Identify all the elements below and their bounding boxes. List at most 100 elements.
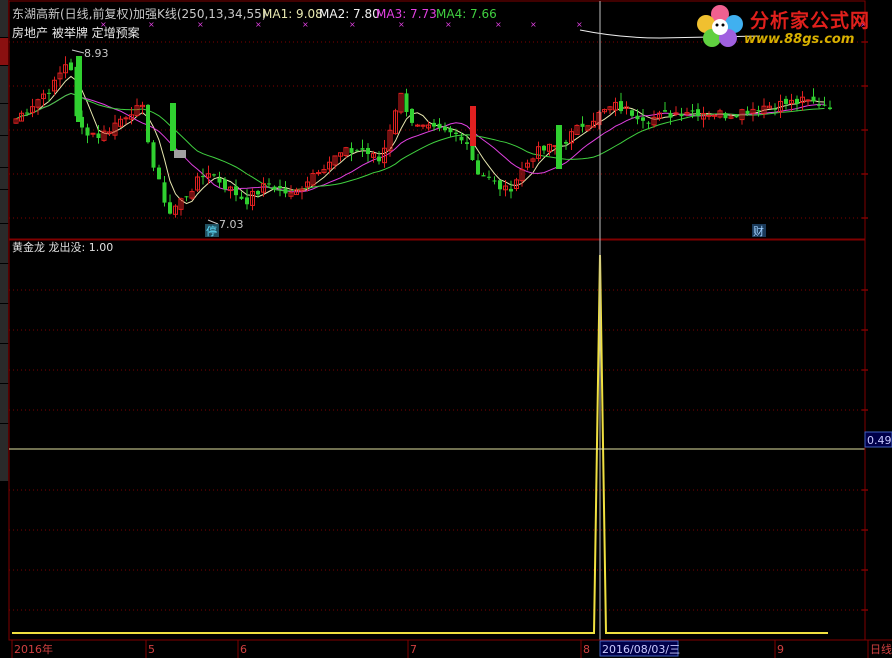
side-tab[interactable]: [0, 424, 9, 481]
candle-body: [817, 104, 821, 106]
candle-body: [90, 132, 96, 135]
candle-body: [822, 104, 827, 106]
stock-tags: 房地产 被举牌 定增预案: [12, 25, 140, 40]
ma4-label: MA4: 7.66: [436, 7, 497, 21]
side-tab[interactable]: [0, 304, 9, 343]
candle-body: [25, 112, 29, 114]
candle-body: [668, 112, 673, 118]
candle-body: [366, 147, 370, 155]
candle-body: [69, 62, 73, 71]
side-tab[interactable]: [0, 344, 9, 383]
candle-body: [465, 142, 469, 144]
big-down-candle: [76, 56, 82, 122]
ma2-label: MA2: 7.80: [319, 7, 380, 21]
candle-body: [432, 122, 436, 127]
low-pointer: [207, 219, 219, 225]
candle-body: [712, 114, 717, 117]
candle-body: [256, 190, 260, 195]
gap-marker: [174, 150, 186, 158]
candle-body: [487, 176, 491, 178]
candle-body: [85, 127, 90, 136]
candle-body: [437, 123, 442, 129]
event-cross-marker: ×: [349, 20, 356, 29]
side-tab[interactable]: [0, 224, 9, 263]
candle-body: [723, 113, 728, 119]
candle-body: [773, 108, 777, 110]
candle-body: [360, 148, 365, 150]
right-axis: 0.49: [864, 1, 892, 640]
candle-body: [245, 197, 249, 205]
candle-body: [212, 174, 216, 176]
x-axis-label: 9: [777, 643, 784, 656]
candle-body: [151, 142, 156, 168]
side-tab[interactable]: [0, 38, 9, 65]
side-tab[interactable]: [0, 190, 9, 223]
big-down-candle: [556, 125, 562, 169]
candle-body: [157, 167, 161, 180]
candle-body: [481, 175, 486, 177]
candle-body: [283, 188, 288, 194]
lower-panel[interactable]: [8, 239, 866, 641]
upper-panel[interactable]: ×××××××××××××: [8, 0, 868, 611]
candle-body: [784, 98, 788, 104]
candle-body: [706, 114, 712, 117]
ma3-label: MA3: 7.73: [376, 7, 437, 21]
price-annotations: 8.93 7.03 停 财: [71, 47, 766, 238]
candle-body: [630, 110, 634, 116]
candle-body: [470, 145, 475, 161]
flower-logo-icon: [697, 5, 743, 47]
stock-name: 东湖高新(日线,前复权): [12, 6, 133, 21]
candle-body: [476, 160, 480, 175]
candle-body: [448, 128, 453, 133]
candle-body: [377, 156, 381, 162]
candle-body: [828, 107, 832, 110]
lower-panel-frame: [8, 239, 866, 641]
ma1-label: MA1: 9.08: [262, 7, 323, 21]
candle-body: [123, 117, 129, 120]
side-tab[interactable]: [0, 0, 9, 37]
candle-body: [492, 180, 497, 182]
candle-body: [795, 98, 799, 104]
x-axis-label: 6: [240, 643, 247, 656]
candle-body: [454, 132, 458, 135]
candle-body: [635, 115, 640, 120]
candle-body: [498, 180, 502, 190]
chart-canvas[interactable]: ××××××××××××× 0.49 2016年56789日线 东湖高新(日线,…: [0, 0, 892, 658]
event-cross-marker: ×: [255, 20, 262, 29]
event-cross-marker: ×: [398, 20, 405, 29]
candle-body: [217, 177, 222, 183]
candle-body: [641, 117, 645, 121]
event-cross-marker: ×: [576, 20, 583, 29]
candle-body: [415, 124, 420, 127]
candle-body: [96, 133, 101, 139]
candle-body: [146, 104, 150, 143]
candle-body: [223, 179, 227, 190]
side-tab[interactable]: [0, 384, 9, 423]
candle-body: [404, 93, 409, 112]
site-logo: 分析家公式网 www.88gs.com: [692, 2, 890, 52]
side-tab[interactable]: [0, 264, 9, 303]
candle-body: [663, 110, 667, 112]
x-axis-label: 日线: [870, 642, 892, 656]
candle-body: [272, 186, 277, 189]
side-tab[interactable]: [0, 168, 9, 189]
candle-body: [267, 183, 271, 185]
cursor-date: 2016/08/03/三: [602, 643, 680, 656]
event-cross-marker: ×: [445, 20, 452, 29]
candle-body: [564, 141, 568, 144]
side-tab[interactable]: [0, 66, 9, 103]
event-cross-marker: ×: [495, 20, 502, 29]
side-tab[interactable]: [0, 136, 9, 167]
x-axis-label: 7: [410, 643, 417, 656]
cursor-value: 0.49: [867, 434, 892, 447]
candle-body: [162, 182, 167, 203]
candle-body: [184, 196, 189, 198]
candle-body: [355, 150, 359, 152]
candle-body: [349, 148, 354, 153]
event-cross-marker: ×: [530, 20, 537, 29]
candlestick-series[interactable]: [13, 56, 832, 218]
low-price: 7.03: [219, 218, 244, 231]
side-tab[interactable]: [0, 104, 9, 135]
candle-body: [805, 99, 811, 102]
candle-body: [542, 145, 546, 151]
